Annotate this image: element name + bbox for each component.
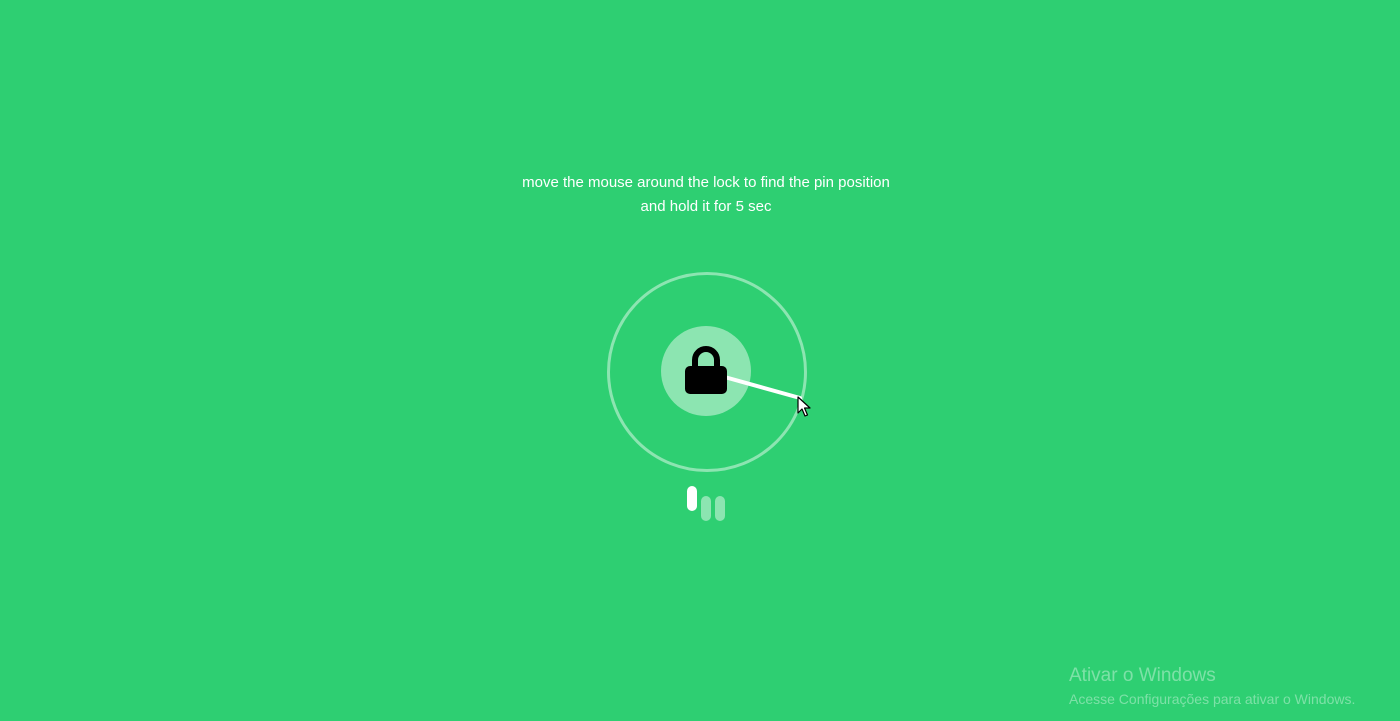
instructions-line-2: and hold it for 5 sec xyxy=(640,198,772,215)
windows-activation-watermark: Ativar o Windows Acesse Configurações pa… xyxy=(1069,664,1355,710)
watermark-title: Ativar o Windows xyxy=(1069,665,1216,686)
instructions-text: move the mouse around the lock to find t… xyxy=(0,171,1400,219)
progress-indicator xyxy=(686,486,730,522)
mouse-cursor-icon xyxy=(797,396,811,417)
progress-step-2 xyxy=(701,496,711,521)
lock-icon xyxy=(685,346,727,394)
progress-step-3 xyxy=(715,496,725,521)
progress-step-1 xyxy=(687,486,697,511)
watermark-subtitle: Acesse Configurações para ativar o Windo… xyxy=(1069,691,1356,707)
instructions-line-1: move the mouse around the lock to find t… xyxy=(522,174,890,191)
